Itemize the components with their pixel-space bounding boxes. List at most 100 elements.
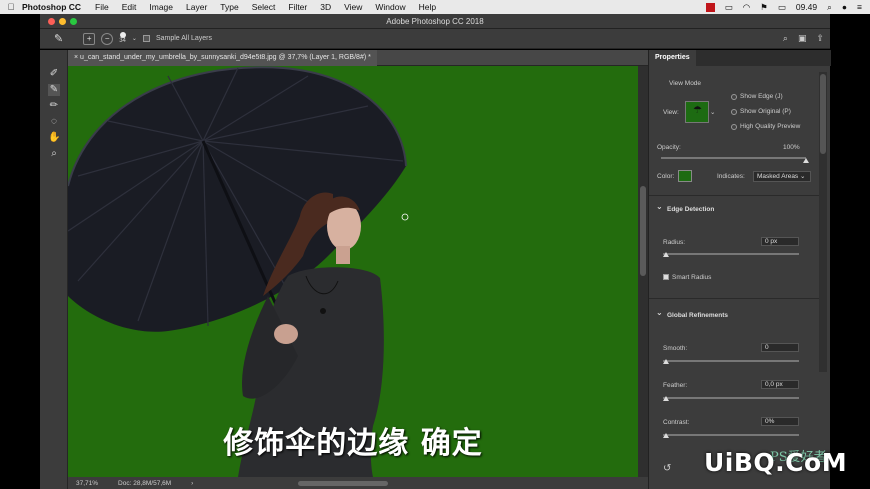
list-icon[interactable]: ≡	[857, 2, 862, 12]
tab-properties[interactable]: Properties	[649, 50, 696, 66]
edge-detection-header[interactable]: Edge Detection	[649, 200, 819, 217]
siri-icon[interactable]: ●	[842, 2, 847, 12]
menu-window[interactable]: Window	[375, 2, 405, 12]
share-icon[interactable]: ⇪	[816, 33, 824, 44]
contrast-field[interactable]: 0%	[761, 417, 799, 426]
color-label: Color:	[657, 173, 675, 180]
opacity-slider-knob[interactable]	[803, 158, 809, 163]
divider	[649, 195, 819, 196]
watermark-text: UiBQ.CoM	[704, 448, 848, 477]
sample-all-layers-label: Sample All Layers	[155, 35, 212, 42]
menu-filter[interactable]: Filter	[288, 2, 307, 12]
menu-view[interactable]: View	[344, 2, 362, 12]
right-black-border	[830, 14, 870, 489]
refine-edge-brush-icon[interactable]: ✎	[48, 84, 60, 96]
show-edge-label: Show Edge (J)	[740, 93, 783, 100]
document-tab[interactable]: × u_can_stand_under_my_umbrella_by_sunny…	[68, 50, 377, 66]
smooth-slider[interactable]	[663, 360, 799, 362]
window-titlebar: Adobe Photoshop CC 2018	[40, 14, 830, 29]
clock[interactable]: 09.49	[796, 2, 817, 12]
brush-preset-picker[interactable]: 34	[119, 32, 126, 45]
view-label: View:	[663, 109, 679, 116]
quick-selection-tool-icon[interactable]: ✐	[48, 68, 60, 80]
flag-icon[interactable]: ⚑	[760, 2, 768, 13]
divider	[649, 298, 819, 299]
chevron-right-icon[interactable]: ›	[191, 480, 193, 487]
zoom-level[interactable]: 37,71%	[76, 480, 98, 487]
app-menu[interactable]: Photoshop CC	[22, 2, 81, 12]
brush-cursor	[401, 213, 409, 221]
contrast-slider[interactable]	[663, 434, 799, 436]
left-black-border	[0, 14, 40, 489]
view-mode-thumbnail[interactable]: ☂	[685, 101, 709, 123]
hand-tool-icon[interactable]: ✋	[48, 132, 60, 144]
search-icon[interactable]: ⌕	[827, 2, 832, 13]
sample-all-layers-checkbox[interactable]	[142, 35, 150, 42]
wifi-icon[interactable]: ◠	[743, 2, 750, 13]
smart-radius-checkbox[interactable]	[663, 274, 669, 280]
video-caption: 修饰伞的边缘 确定	[223, 426, 483, 461]
document-canvas[interactable]: 修饰伞的边缘 确定	[68, 66, 638, 477]
workspace-icon[interactable]: ▣	[798, 33, 807, 44]
menu-help[interactable]: Help	[419, 2, 436, 12]
close-icon[interactable]	[48, 18, 55, 25]
options-bar: ✎ + − 34 ⌄ Sample All Layers ⌕ ▣ ⇪	[40, 29, 830, 49]
radius-label: Radius:	[663, 239, 686, 246]
properties-tab-bar: Properties	[649, 50, 831, 66]
minimize-icon[interactable]	[59, 18, 66, 25]
menu-file[interactable]: File	[95, 2, 109, 12]
battery-icon[interactable]: ▭	[778, 2, 786, 13]
global-refinements-header[interactable]: Global Refinements	[649, 306, 819, 323]
feather-slider-knob[interactable]	[663, 396, 669, 401]
view-mode-label: View Mode	[669, 80, 702, 87]
high-quality-radio[interactable]	[731, 124, 737, 130]
show-edge-radio[interactable]	[731, 94, 737, 100]
indicates-label: Indicates:	[717, 173, 745, 180]
view-dropdown-icon[interactable]: ⌄	[710, 108, 715, 116]
app-status-icon[interactable]	[705, 2, 715, 12]
menu-3d[interactable]: 3D	[320, 2, 331, 12]
window-controls	[48, 18, 77, 25]
radius-slider[interactable]	[663, 253, 799, 255]
lasso-tool-icon[interactable]: ◌	[48, 116, 60, 128]
menu-layer[interactable]: Layer	[186, 2, 207, 12]
doc-size[interactable]: Doc: 28,8M/57,6M	[118, 480, 171, 487]
menu-type[interactable]: Type	[220, 2, 238, 12]
add-mode-icon[interactable]: +	[83, 32, 96, 45]
apple-icon[interactable]: 	[0, 2, 22, 12]
reset-icon[interactable]: ↺	[663, 463, 671, 474]
smart-radius-label: Smart Radius	[672, 274, 712, 281]
subtract-mode-icon[interactable]: −	[101, 32, 114, 45]
menu-edit[interactable]: Edit	[122, 2, 137, 12]
smooth-slider-knob[interactable]	[663, 359, 669, 364]
overlay-color-swatch[interactable]	[678, 170, 692, 182]
zoom-tool-icon[interactable]: ⌕	[48, 148, 60, 160]
canvas-vertical-scrollbar[interactable]	[638, 66, 648, 477]
radius-field[interactable]: 0 px	[761, 237, 799, 246]
contrast-label: Contrast:	[663, 419, 690, 426]
indicates-select[interactable]: Masked Areas ⌄	[753, 171, 811, 182]
scroll-thumb[interactable]	[640, 186, 646, 276]
menu-select[interactable]: Select	[252, 2, 276, 12]
panel-scrollbar[interactable]	[819, 72, 827, 372]
feather-field[interactable]: 0,0 px	[761, 380, 799, 389]
properties-panel: Properties View Mode View: ☂ ⌄ Show Edge…	[648, 50, 831, 489]
panel-scroll-thumb[interactable]	[820, 74, 826, 154]
chevron-down-icon[interactable]: ⌄	[132, 35, 137, 42]
feather-slider[interactable]	[663, 397, 799, 399]
search-icon[interactable]: ⌕	[783, 33, 788, 44]
high-quality-label: High Quality Preview	[740, 123, 801, 130]
zoom-icon[interactable]	[70, 18, 77, 25]
brush-tool-icon[interactable]: ✏	[48, 100, 60, 112]
horizontal-scroll-thumb[interactable]	[298, 480, 388, 486]
refine-brush-icon[interactable]: ✎	[54, 32, 63, 45]
contrast-slider-knob[interactable]	[663, 433, 669, 438]
screen-icon[interactable]: ▭	[725, 2, 733, 13]
opacity-value[interactable]: 100%	[783, 144, 800, 151]
radius-slider-knob[interactable]	[663, 252, 669, 257]
photo-illustration	[68, 66, 409, 477]
show-original-radio[interactable]	[731, 109, 737, 115]
smooth-field[interactable]: 0	[761, 343, 799, 352]
opacity-slider[interactable]	[661, 157, 806, 159]
menu-image[interactable]: Image	[149, 2, 173, 12]
